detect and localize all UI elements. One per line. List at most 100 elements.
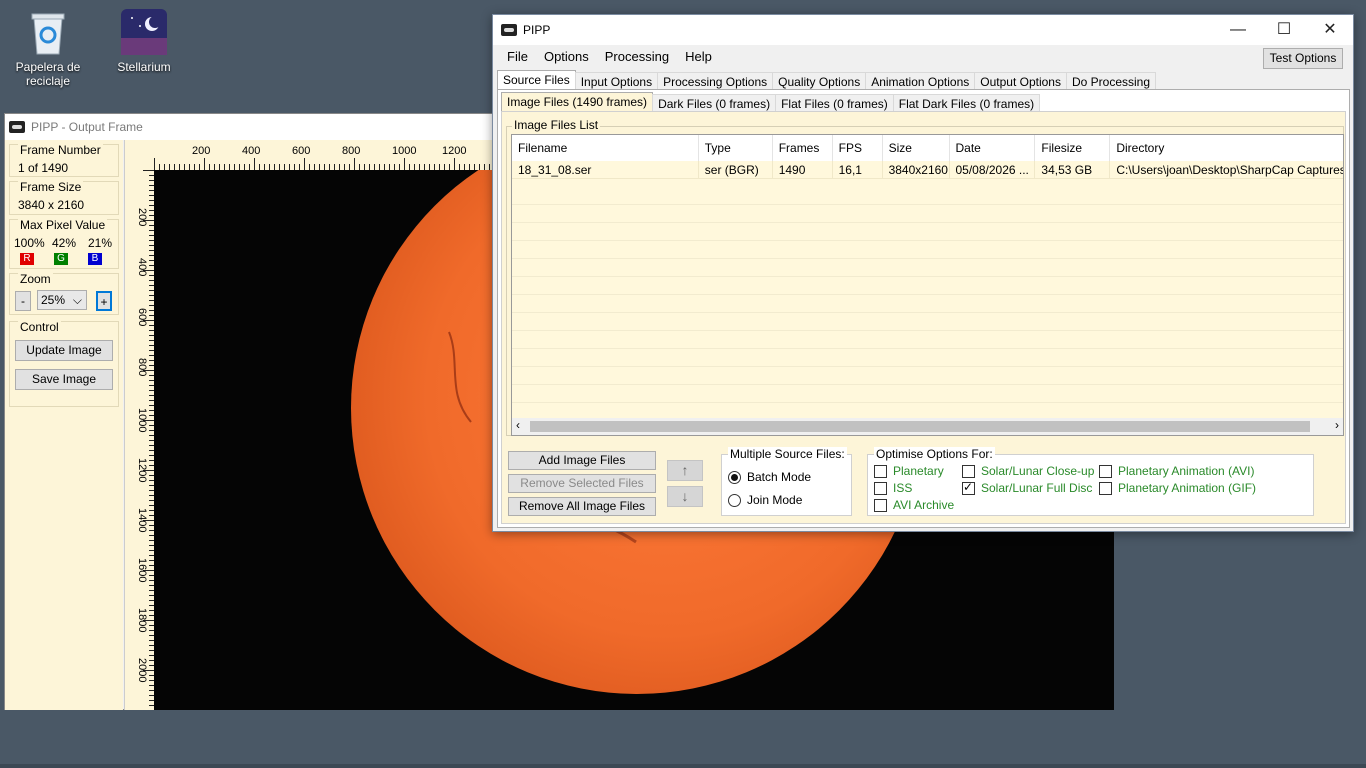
ruler-label: 600: [292, 145, 310, 157]
planetary-animation-gif-checkbox[interactable]: Planetary Animation (GIF): [1099, 481, 1256, 495]
save-image-button[interactable]: Save Image: [15, 369, 113, 390]
join-mode-radio[interactable]: Join Mode: [728, 493, 802, 507]
scrollbar-thumb[interactable]: [530, 421, 1310, 432]
control-label: Control: [18, 320, 61, 334]
subtab-flat-dark-files[interactable]: Flat Dark Files (0 frames): [892, 94, 1041, 112]
iss-checkbox[interactable]: ISS: [874, 481, 912, 495]
update-image-button[interactable]: Update Image: [15, 340, 113, 361]
cell-filename: 18_31_08.ser: [512, 161, 699, 179]
desktop-icon-recycle-bin[interactable]: Papelera de reciclaje: [8, 8, 88, 88]
tab-input-options[interactable]: Input Options: [574, 72, 659, 90]
batch-mode-label: Batch Mode: [747, 470, 812, 484]
move-down-button[interactable]: ↓: [667, 486, 703, 507]
empty-row: [512, 367, 1343, 385]
subtab-image-files[interactable]: Image Files (1490 frames): [501, 92, 654, 112]
zoom-out-button[interactable]: -: [15, 291, 31, 311]
planetary-checkbox[interactable]: Planetary: [874, 464, 944, 478]
column-header-size[interactable]: Size: [882, 135, 950, 161]
tab-source-files[interactable]: Source Files: [497, 70, 576, 90]
close-button[interactable]: ✕: [1307, 15, 1353, 45]
avi-archive-checkbox[interactable]: AVI Archive: [874, 498, 954, 512]
empty-row: [512, 385, 1343, 403]
subtab-dark-files[interactable]: Dark Files (0 frames): [652, 94, 777, 112]
remove-selected-files-button[interactable]: Remove Selected Files: [508, 474, 656, 493]
column-header-directory[interactable]: Directory: [1110, 135, 1343, 161]
minimize-icon: —: [1230, 21, 1246, 38]
image-files-list-title: Image Files List: [512, 118, 601, 132]
menu-processing[interactable]: Processing: [597, 46, 677, 68]
zoom-in-button[interactable]: +: [96, 291, 112, 311]
pipp-window-title: PIPP: [523, 23, 551, 37]
menu-bar: File Options Processing Help: [493, 46, 1353, 68]
column-header-fps[interactable]: FPS: [832, 135, 883, 161]
ruler-label: 1200: [136, 458, 148, 482]
cell-frames: 1490: [772, 161, 833, 179]
green-channel-badge: G: [54, 253, 68, 265]
menu-options[interactable]: Options: [536, 46, 597, 68]
zoom-select[interactable]: 25% ⌵: [37, 290, 87, 310]
recycle-bin-icon: [24, 8, 72, 56]
cell-date: 05/08/2026 ...: [949, 161, 1036, 179]
maximize-icon: ☐: [1276, 21, 1292, 38]
ruler-label: 200: [136, 208, 148, 226]
add-image-files-button[interactable]: Add Image Files: [508, 451, 656, 470]
radio-selected-icon: [728, 470, 741, 484]
subtab-flat-files[interactable]: Flat Files (0 frames): [775, 94, 894, 112]
desktop-icon-stellarium[interactable]: Stellarium: [104, 8, 184, 74]
column-header-filesize[interactable]: Filesize: [1035, 135, 1111, 161]
planetary-label: Planetary: [893, 464, 944, 478]
ruler-label: 1200: [442, 145, 466, 157]
test-options-button[interactable]: Test Options: [1263, 48, 1343, 69]
frame-size-label: Frame Size: [18, 180, 84, 194]
tab-animation-options[interactable]: Animation Options: [865, 72, 976, 90]
pipp-main-window: PIPP — ☐ ✕ File Options Processing Help …: [492, 14, 1354, 532]
minimize-button[interactable]: —: [1215, 15, 1261, 45]
image-files-table: Filename Type Frames FPS Size Date Files…: [511, 134, 1344, 436]
move-up-button[interactable]: ↑: [667, 460, 703, 481]
empty-row: [512, 331, 1343, 349]
empty-row: [512, 277, 1343, 295]
tab-do-processing[interactable]: Do Processing: [1065, 72, 1157, 90]
column-header-date[interactable]: Date: [949, 135, 1036, 161]
column-header-type[interactable]: Type: [698, 135, 773, 161]
checkbox-unchecked-icon: [962, 464, 975, 478]
scroll-right-icon[interactable]: ›: [1335, 418, 1339, 432]
column-header-frames[interactable]: Frames: [772, 135, 833, 161]
chevron-down-icon: ⌵: [72, 293, 82, 307]
batch-mode-radio[interactable]: Batch Mode: [728, 470, 811, 484]
planetary-animation-avi-checkbox[interactable]: Planetary Animation (AVI): [1099, 464, 1255, 478]
tab-quality-options[interactable]: Quality Options: [772, 72, 867, 90]
solar-lunar-full-disc-checkbox[interactable]: Solar/Lunar Full Disc: [962, 480, 1092, 495]
menu-help[interactable]: Help: [677, 46, 720, 68]
max-pixel-group: Max Pixel Value 100% 42% 21% R G B: [9, 218, 119, 269]
column-header-filename[interactable]: Filename: [512, 135, 699, 161]
solar-lunar-closeup-checkbox[interactable]: Solar/Lunar Close-up: [962, 464, 1094, 478]
optimise-options-group: Optimise Options For: Planetary ISS AVI …: [867, 447, 1314, 516]
frame-number-value: 1 of 1490: [18, 161, 69, 175]
empty-row: [512, 349, 1343, 367]
table-row[interactable]: 18_31_08.ser ser (BGR) 1490 16,1 3840x21…: [512, 161, 1343, 187]
empty-row: [512, 223, 1343, 241]
scroll-left-icon[interactable]: ‹: [516, 418, 520, 432]
vertical-ruler-ticks: 200 400 600 800 1000 1200 1400 1600 1800 2000: [136, 170, 155, 706]
tab-output-options[interactable]: Output Options: [974, 72, 1067, 90]
maximize-button[interactable]: ☐: [1261, 15, 1307, 45]
ruler-label: 1000: [392, 145, 416, 157]
multiple-source-files-title: Multiple Source Files:: [728, 447, 847, 461]
ruler-label: 1000: [136, 408, 148, 432]
zoom-group: Zoom - 25% ⌵ +: [9, 272, 119, 315]
frame-size-value: 3840 x 2160: [18, 198, 85, 212]
horizontal-scrollbar[interactable]: ‹ ›: [512, 418, 1343, 435]
tab-processing-options[interactable]: Processing Options: [657, 72, 774, 90]
menu-file[interactable]: File: [499, 46, 536, 68]
max-pixel-label: Max Pixel Value: [18, 218, 108, 232]
cell-fps: 16,1: [832, 161, 883, 179]
ruler-label: 1800: [136, 608, 148, 632]
multiple-source-files-group: Multiple Source Files: Batch Mode Join M…: [721, 447, 852, 516]
checkbox-unchecked-icon: [1099, 464, 1112, 478]
empty-row: [512, 187, 1343, 205]
remove-all-image-files-button[interactable]: Remove All Image Files: [508, 497, 656, 516]
zoom-label: Zoom: [18, 272, 53, 286]
pipp-app-icon: [501, 24, 517, 36]
empty-row: [512, 241, 1343, 259]
